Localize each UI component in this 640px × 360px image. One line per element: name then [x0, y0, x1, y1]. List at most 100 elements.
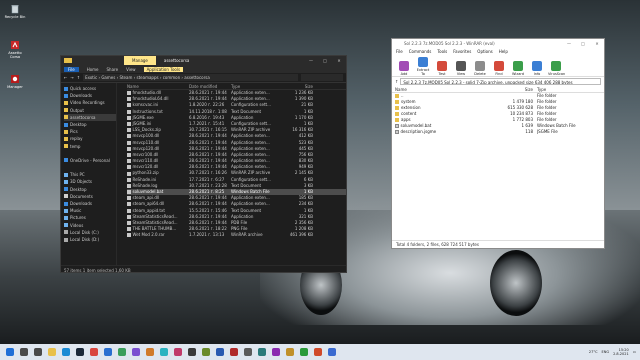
folder-icon: [395, 112, 399, 116]
toolbar-button[interactable]: Wizard: [510, 61, 526, 76]
nav-item[interactable]: Downloads: [64, 200, 116, 207]
minimize-button[interactable]: —: [562, 39, 576, 48]
minimize-button[interactable]: —: [304, 58, 318, 63]
desktop-icon-manager[interactable]: Manager: [4, 74, 26, 89]
archive-path-field[interactable]: Sol 2.2.3 7z.MOD05 Sol 2.2.3 - solid 7-Z…: [400, 78, 601, 85]
back-icon[interactable]: ←: [64, 75, 67, 80]
nav-item[interactable]: Documents: [64, 193, 116, 200]
desktop-icon-label: Manager: [7, 85, 23, 89]
nav-item[interactable]: Videos: [64, 222, 116, 229]
menu-item[interactable]: Favorites: [453, 48, 471, 55]
nav-item[interactable]: Downloads: [64, 92, 116, 99]
ribbon-tab-view[interactable]: View: [126, 67, 136, 72]
nav-item[interactable]: Quick access: [64, 85, 116, 92]
desktop-icon-recycle-bin[interactable]: Recycle Bin: [4, 4, 26, 19]
close-button[interactable]: ✕: [590, 39, 604, 48]
up-icon[interactable]: ↑: [77, 75, 80, 80]
app-icon[interactable]: [286, 348, 294, 356]
toolbar-button[interactable]: Find: [491, 61, 507, 76]
desktop-icon-assetto-corsa[interactable]: Assetto Corsa: [4, 40, 26, 59]
app-icon[interactable]: [230, 348, 238, 356]
app-icon[interactable]: [328, 348, 336, 356]
toolbar-button[interactable]: Delete: [472, 61, 488, 76]
address-bar[interactable]: Exotic › Games › Steam › steamapps › com…: [83, 74, 298, 81]
forward-icon[interactable]: →: [70, 75, 73, 80]
column-type[interactable]: Type: [231, 83, 283, 89]
column-size[interactable]: Size: [283, 83, 313, 89]
menu-item[interactable]: Commands: [409, 48, 432, 55]
store-icon[interactable]: [104, 348, 112, 356]
app-icon[interactable]: [258, 348, 266, 356]
nav-item[interactable]: Desktop: [64, 121, 116, 128]
column-name[interactable]: Name: [395, 86, 495, 92]
nav-item[interactable]: This PC: [64, 171, 116, 178]
ribbon-tab-application-tools[interactable]: Application Tools: [143, 66, 184, 72]
nav-item-label: Desktop: [70, 121, 87, 127]
close-button[interactable]: ✕: [332, 58, 346, 63]
toolbar-button[interactable]: VirusScan: [548, 61, 565, 76]
ribbon-tab-home[interactable]: Home: [87, 67, 99, 72]
app-icon[interactable]: [160, 348, 168, 356]
menu-item[interactable]: File: [396, 48, 403, 55]
up-folder-icon[interactable]: ↑: [395, 79, 398, 84]
menu-item[interactable]: Help: [499, 48, 508, 55]
nav-item[interactable]: 3D Objects: [64, 178, 116, 185]
notification-icon[interactable]: ▭: [633, 350, 636, 354]
column-type[interactable]: Type: [537, 86, 597, 92]
task-view-icon[interactable]: [34, 348, 42, 356]
chrome-icon[interactable]: [90, 348, 98, 356]
weather-text[interactable]: 27°C: [589, 350, 598, 354]
manage-tab[interactable]: Manage: [124, 56, 156, 65]
app-icon[interactable]: [146, 348, 154, 356]
explorer-titlebar: Manage assettocorsa — □ ✕: [61, 56, 346, 65]
column-size[interactable]: Size: [495, 86, 537, 92]
toolbar-button[interactable]: View: [453, 61, 469, 76]
nav-item-label: assettocorsa: [70, 114, 96, 120]
nav-item[interactable]: Pictures: [64, 214, 116, 221]
menu-item[interactable]: Options: [477, 48, 492, 55]
toolbar-button[interactable]: Info: [529, 61, 545, 76]
column-name[interactable]: Name: [127, 83, 189, 89]
ribbon-tab-file[interactable]: File: [64, 66, 79, 72]
app-icon[interactable]: [300, 348, 308, 356]
toolbar-button[interactable]: Test: [434, 61, 450, 76]
explorer-icon[interactable]: [48, 348, 56, 356]
app-icon[interactable]: [188, 348, 196, 356]
nav-item[interactable]: replay: [64, 135, 116, 142]
app-icon[interactable]: [314, 348, 322, 356]
archive-row[interactable]: description.jsgme 118 JSGME File: [392, 129, 604, 135]
app-icon[interactable]: [132, 348, 140, 356]
steam-icon[interactable]: [76, 348, 84, 356]
nav-item[interactable]: temp: [64, 143, 116, 150]
edge-icon[interactable]: [62, 348, 70, 356]
file-row[interactable]: Wet Mod 2.0.rar 1.7.2021 г. 13:13 WinRAR a…: [127, 232, 346, 238]
maximize-button[interactable]: □: [576, 39, 590, 48]
nav-item[interactable]: assettocorsa: [64, 113, 116, 121]
maximize-button[interactable]: □: [318, 58, 332, 63]
language-indicator[interactable]: ENG: [602, 350, 610, 354]
app-icon[interactable]: [174, 348, 182, 356]
nav-item[interactable]: Local Disk (C:): [64, 229, 116, 236]
ribbon-tab-share[interactable]: Share: [107, 67, 119, 72]
app-icon[interactable]: [272, 348, 280, 356]
search-icon[interactable]: [20, 348, 28, 356]
toolbar-button[interactable]: Add: [396, 61, 412, 76]
nav-item[interactable]: Video Recordings: [64, 99, 116, 106]
app-icon[interactable]: [216, 348, 224, 356]
nav-item[interactable]: OneDrive - Personal: [64, 157, 116, 164]
nav-item[interactable]: Output: [64, 107, 116, 114]
app-icon[interactable]: [202, 348, 210, 356]
windows-icon[interactable]: [6, 348, 14, 356]
app-icon[interactable]: [118, 348, 126, 356]
view-icon: [456, 61, 466, 71]
column-date[interactable]: Date modified: [189, 83, 231, 89]
nav-item[interactable]: Desktop: [64, 186, 116, 193]
search-input[interactable]: [301, 74, 343, 81]
app-icon[interactable]: [244, 348, 252, 356]
nav-item[interactable]: Pics: [64, 128, 116, 135]
menu-item[interactable]: Tools: [437, 48, 447, 55]
toolbar-button[interactable]: Extract To: [415, 57, 431, 76]
nav-item[interactable]: Local Disk (D:): [64, 236, 116, 243]
clock[interactable]: 15:20 2.8.2021: [613, 348, 629, 357]
nav-item[interactable]: Music: [64, 207, 116, 214]
